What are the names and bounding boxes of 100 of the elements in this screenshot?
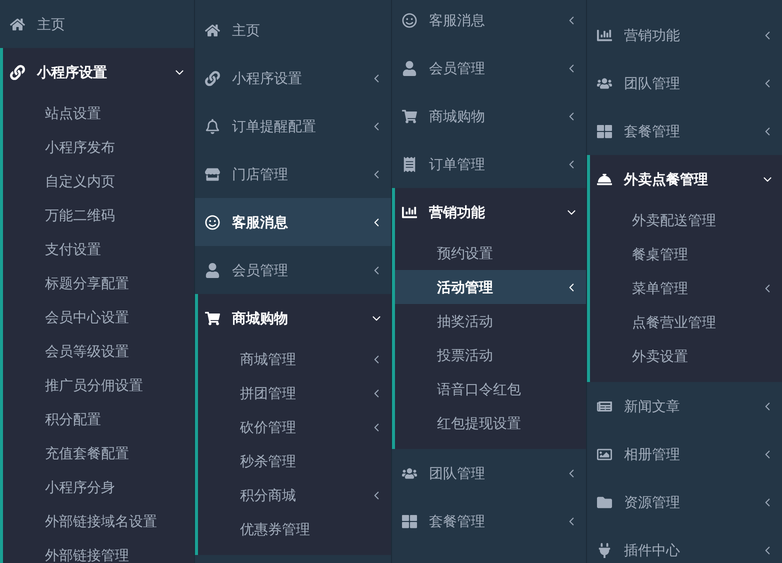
submenu-item[interactable]: 积分配置 xyxy=(3,402,194,436)
menu-label: 订单提醒配置 xyxy=(232,116,317,136)
smiley-icon xyxy=(402,12,417,28)
submenu-item[interactable]: 标题分享配置 xyxy=(3,266,194,300)
menu-item[interactable]: 营销功能 xyxy=(395,188,586,236)
menu-item[interactable]: 团队管理 xyxy=(587,59,782,107)
store-icon xyxy=(205,166,220,182)
bar-chart-icon xyxy=(402,204,417,220)
menu-item[interactable]: 相册管理 xyxy=(587,430,782,478)
submenu-item[interactable]: 拼团管理 xyxy=(198,376,391,410)
menu-item[interactable]: 订单提醒配置 xyxy=(195,102,391,150)
people-icon xyxy=(597,76,612,90)
submenu-item[interactable]: 小程序分身 xyxy=(3,470,194,504)
submenu-label: 万能二维码 xyxy=(45,206,116,224)
menu-item[interactable]: 会员管理 xyxy=(392,44,586,92)
submenu-item[interactable]: 投票活动 xyxy=(395,338,586,372)
submenu-item[interactable]: 抽奖活动 xyxy=(395,304,586,338)
home-icon xyxy=(205,22,220,38)
menu-item[interactable]: 客服消息 xyxy=(392,0,586,44)
receipt-icon xyxy=(402,156,417,172)
menu-item[interactable]: 套餐管理 xyxy=(587,107,782,155)
submenu-item[interactable]: 推广员分佣设置 xyxy=(3,368,194,402)
submenu-label: 支付设置 xyxy=(45,240,102,258)
grid-icon xyxy=(597,124,612,138)
menu-item[interactable]: 外卖点餐管理 xyxy=(590,155,782,203)
menu-label: 新闻文章 xyxy=(624,396,681,416)
submenu-item[interactable]: 站点设置 xyxy=(3,96,194,130)
submenu-item[interactable]: 语音口令红包 xyxy=(395,372,586,406)
submenu-item[interactable]: 点餐营业管理 xyxy=(590,305,782,339)
submenu-item[interactable]: 支付设置 xyxy=(3,232,194,266)
menu-item[interactable]: 商城购物 xyxy=(198,294,391,342)
menu-item[interactable]: 资源管理 xyxy=(587,478,782,526)
submenu-item[interactable]: 优惠券管理 xyxy=(198,512,391,546)
menu-item[interactable]: 会员管理 xyxy=(195,246,391,294)
menu-item[interactable]: 小程序设置 xyxy=(195,54,391,102)
menu-label: 营销功能 xyxy=(429,202,486,222)
menu-item[interactable]: 小程序设置 xyxy=(3,48,194,96)
menu-label: 套餐管理 xyxy=(429,512,486,530)
submenu-label: 餐桌管理 xyxy=(632,244,689,264)
submenu-label: 站点设置 xyxy=(45,104,102,122)
submenu-item[interactable]: 外部链接域名设置 xyxy=(3,504,194,538)
menu-item[interactable]: 客服消息 xyxy=(195,198,391,246)
menu-item[interactable]: 门店管理 xyxy=(195,150,391,198)
menu-item[interactable]: 主页 xyxy=(195,6,391,54)
menu-item[interactable]: 订单管理 xyxy=(392,140,586,188)
submenu-item[interactable]: 外卖配送管理 xyxy=(590,203,782,237)
menu-label: 主页 xyxy=(232,20,261,40)
grid-icon xyxy=(402,514,417,528)
submenu-item[interactable]: 自定义内页 xyxy=(3,164,194,198)
submenu-item[interactable]: 预约设置 xyxy=(395,236,586,270)
people-icon xyxy=(402,466,417,480)
menu-item[interactable]: 新闻文章 xyxy=(587,382,782,430)
menu-label: 商城购物 xyxy=(429,106,486,126)
menu-item[interactable]: 插件中心 xyxy=(587,526,782,563)
submenu-label: 砍价管理 xyxy=(240,418,297,436)
submenu-item[interactable]: 会员中心设置 xyxy=(3,300,194,334)
submenu-item[interactable]: 秒杀管理 xyxy=(198,444,391,478)
submenu-item[interactable]: 活动管理 xyxy=(395,270,586,304)
menu-label: 外卖点餐管理 xyxy=(624,170,709,189)
menu-label: 套餐管理 xyxy=(624,122,681,140)
submenu-item[interactable]: 会员等级设置 xyxy=(3,334,194,368)
menu-label: 小程序设置 xyxy=(232,68,303,88)
folder-icon xyxy=(597,494,612,510)
service-bell-icon xyxy=(597,172,612,186)
menu-label: 团队管理 xyxy=(624,74,681,92)
submenu-label: 抽奖活动 xyxy=(437,312,494,330)
menu-item[interactable]: 主页 xyxy=(0,0,194,48)
submenu-item[interactable]: 菜单管理 xyxy=(590,271,782,305)
submenu-label: 标题分享配置 xyxy=(45,274,130,292)
submenu-label: 外部链接域名设置 xyxy=(45,512,158,530)
bar-chart-icon xyxy=(597,28,612,42)
menu-label: 资源管理 xyxy=(624,492,681,512)
menu-item[interactable]: 商城购物 xyxy=(392,92,586,140)
submenu-item[interactable]: 外卖设置 xyxy=(590,339,782,373)
submenu-item[interactable]: 小程序发布 xyxy=(3,130,194,164)
submenu-item[interactable]: 砍价管理 xyxy=(198,410,391,444)
submenu-label: 点餐营业管理 xyxy=(632,312,717,332)
submenu-label: 秒杀管理 xyxy=(240,452,297,470)
submenu-item[interactable]: 餐桌管理 xyxy=(590,237,782,271)
submenu-label: 红包提现设置 xyxy=(437,414,522,432)
submenu-item[interactable]: 商城管理 xyxy=(198,342,391,376)
menu-label: 小程序设置 xyxy=(37,62,108,82)
menu-label: 团队管理 xyxy=(429,464,486,482)
submenu-item[interactable]: 红包提现设置 xyxy=(395,406,586,440)
menu-item[interactable]: 团队管理 xyxy=(392,449,586,497)
submenu-item[interactable]: 充值套餐配置 xyxy=(3,436,194,470)
smiley-icon xyxy=(205,214,220,230)
submenu-label: 会员等级设置 xyxy=(45,342,130,360)
menu-item[interactable]: 套餐管理 xyxy=(392,497,586,545)
submenu-item[interactable]: 积分商城 xyxy=(198,478,391,512)
menu-label: 插件中心 xyxy=(624,540,681,560)
menu-label: 商城购物 xyxy=(232,308,289,328)
user-icon xyxy=(402,60,417,76)
image-icon xyxy=(597,446,612,462)
menu-item[interactable]: 营销功能 xyxy=(587,11,782,59)
submenu-label: 小程序分身 xyxy=(45,478,116,496)
submenu-label: 预约设置 xyxy=(437,244,494,262)
submenu-label: 自定义内页 xyxy=(45,172,116,190)
submenu-item[interactable]: 外部链接管理 xyxy=(3,538,194,563)
submenu-item[interactable]: 万能二维码 xyxy=(3,198,194,232)
